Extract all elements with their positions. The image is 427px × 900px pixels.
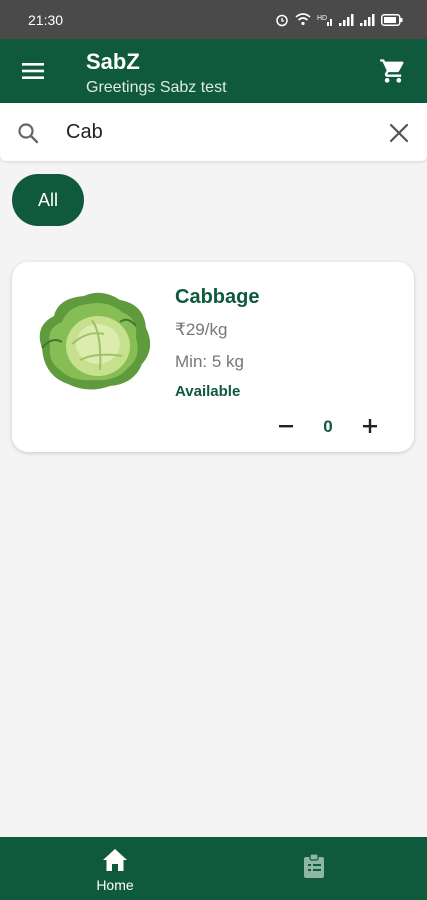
search-bar	[0, 103, 427, 161]
search-icon	[16, 121, 40, 145]
nav-home-label: Home	[96, 877, 134, 893]
nav-home[interactable]: Home	[70, 837, 160, 900]
battery-icon	[381, 13, 403, 26]
product-availability: Available	[175, 383, 241, 400]
product-price: ₹29/kg	[175, 320, 228, 339]
minus-icon[interactable]	[276, 416, 296, 436]
signal-icon	[339, 13, 354, 26]
cart-icon[interactable]	[379, 57, 407, 85]
filter-chip-all[interactable]: All	[12, 174, 84, 226]
svg-text:HD: HD	[317, 15, 327, 22]
nav-orders[interactable]	[270, 837, 360, 900]
clipboard-icon	[302, 853, 326, 879]
menu-icon[interactable]	[22, 61, 46, 81]
status-icons: HD	[275, 13, 403, 27]
search-input[interactable]	[66, 117, 366, 147]
status-bar: 21:30 HD	[0, 0, 427, 39]
signal-icon	[360, 13, 375, 26]
app-subtitle: Greetings Sabz test	[86, 79, 227, 96]
status-time: 21:30	[28, 11, 64, 28]
product-card[interactable]: Cabbage ₹29/kg Min: 5 kg Available 0	[12, 262, 414, 452]
plus-icon[interactable]	[360, 416, 380, 436]
home-icon	[102, 848, 128, 872]
product-min-quantity: Min: 5 kg	[175, 352, 244, 371]
app-bar: SabZ Greetings Sabz test	[0, 39, 427, 103]
wifi-icon	[295, 13, 311, 26]
bottom-nav: Home	[0, 837, 427, 900]
product-name: Cabbage	[175, 286, 260, 308]
app-title: SabZ	[86, 49, 140, 74]
alarm-icon	[275, 13, 289, 27]
hd-signal-icon: HD	[317, 13, 333, 26]
cabbage-image	[32, 286, 156, 394]
close-icon[interactable]	[389, 123, 409, 143]
quantity-value: 0	[323, 417, 333, 436]
